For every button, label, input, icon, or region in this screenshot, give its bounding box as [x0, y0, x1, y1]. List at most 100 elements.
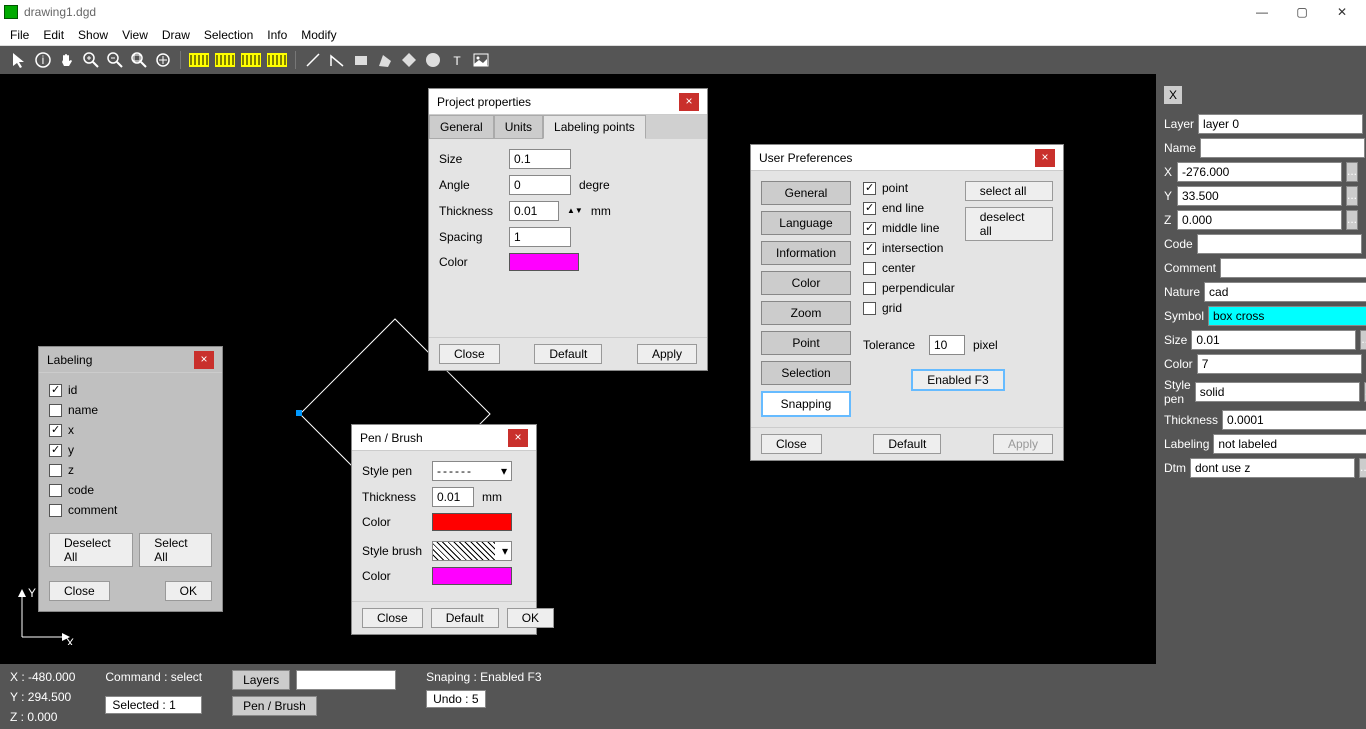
thickness-input[interactable] [432, 487, 474, 507]
deselect-all-button[interactable]: Deselect All [49, 533, 133, 567]
image-icon[interactable] [472, 51, 490, 69]
menu-info[interactable]: Info [267, 28, 287, 42]
snapping-enabled-button[interactable]: Enabled F3 [911, 369, 1004, 391]
brush-color-swatch[interactable] [432, 567, 512, 585]
cursor-icon[interactable] [10, 51, 28, 69]
checkbox-x[interactable] [49, 424, 62, 437]
zoom-fit-icon[interactable] [130, 51, 148, 69]
pen-brush-title[interactable]: Pen / Brush × [352, 425, 536, 451]
style-brush-select[interactable]: ▾ [432, 541, 512, 561]
checkbox-point[interactable] [863, 182, 876, 195]
tab-general[interactable]: General [429, 115, 494, 139]
close-icon[interactable]: × [1035, 149, 1055, 167]
drawing-canvas[interactable]: Y X Labeling × idnamexyzcodecomment Dese… [0, 74, 1156, 664]
zoom-out-icon[interactable] [106, 51, 124, 69]
checkbox-id[interactable] [49, 384, 62, 397]
default-button[interactable]: Default [873, 434, 941, 454]
circle-icon[interactable] [424, 51, 442, 69]
style-pen-select[interactable]: ------▾ [432, 461, 512, 481]
menu-edit[interactable]: Edit [43, 28, 64, 42]
prop-z-input[interactable] [1177, 210, 1342, 230]
checkbox-y[interactable] [49, 444, 62, 457]
close-icon[interactable]: × [194, 351, 214, 369]
project-properties-title[interactable]: Project properties × [429, 89, 707, 115]
rect-icon[interactable] [352, 51, 370, 69]
pref-tab-color[interactable]: Color [761, 271, 851, 295]
ok-button[interactable]: OK [165, 581, 212, 601]
pref-tab-zoom[interactable]: Zoom [761, 301, 851, 325]
menu-draw[interactable]: Draw [162, 28, 190, 42]
thickness-input[interactable] [509, 201, 559, 221]
labeling-dialog-title[interactable]: Labeling × [39, 347, 222, 373]
prop-nature-input[interactable] [1204, 282, 1366, 302]
more-button[interactable]: ... [1359, 458, 1366, 478]
hl1-icon[interactable] [189, 53, 209, 67]
pref-tab-language[interactable]: Language [761, 211, 851, 235]
close-button[interactable]: Close [49, 581, 110, 601]
label-color-swatch[interactable] [509, 253, 579, 271]
pref-tab-point[interactable]: Point [761, 331, 851, 355]
minimize-button[interactable]: — [1242, 0, 1282, 24]
close-button[interactable]: Close [362, 608, 423, 628]
checkbox-center[interactable] [863, 262, 876, 275]
angle-input[interactable] [509, 175, 571, 195]
more-button[interactable]: ... [1346, 162, 1358, 182]
layers-button[interactable]: Layers [232, 670, 290, 690]
close-window-button[interactable]: ✕ [1322, 0, 1362, 24]
tolerance-input[interactable] [929, 335, 965, 355]
poly-icon[interactable] [376, 51, 394, 69]
pen-color-swatch[interactable] [432, 513, 512, 531]
prop-y-input[interactable] [1177, 186, 1342, 206]
ok-button[interactable]: OK [507, 608, 554, 628]
default-button[interactable]: Default [534, 344, 602, 364]
hl3-icon[interactable] [241, 53, 261, 67]
prop-color-input[interactable] [1197, 354, 1362, 374]
spacing-input[interactable] [509, 227, 571, 247]
pref-tab-snapping[interactable]: Snapping [761, 391, 851, 417]
pref-tab-general[interactable]: General [761, 181, 851, 205]
select-all-button[interactable]: select all [965, 181, 1053, 201]
prop-symbol-input[interactable] [1208, 306, 1366, 326]
deselect-all-button[interactable]: deselect all [965, 207, 1053, 241]
zoom-extent-icon[interactable] [154, 51, 172, 69]
checkbox-middle-line[interactable] [863, 222, 876, 235]
line-icon[interactable] [304, 51, 322, 69]
panel-close-button[interactable]: X [1164, 86, 1182, 104]
prop-name-input[interactable] [1200, 138, 1365, 158]
close-icon[interactable]: × [679, 93, 699, 111]
prop-style-pen-input[interactable] [1195, 382, 1360, 402]
prop-layer-input[interactable] [1198, 114, 1363, 134]
prop-comment-input[interactable] [1220, 258, 1366, 278]
hl4-icon[interactable] [267, 53, 287, 67]
more-button[interactable]: ... [1346, 210, 1358, 230]
menu-selection[interactable]: Selection [204, 28, 253, 42]
prop-labeling-input[interactable] [1213, 434, 1366, 454]
menu-show[interactable]: Show [78, 28, 108, 42]
checkbox-end-line[interactable] [863, 202, 876, 215]
prop-thickness-input[interactable] [1222, 410, 1366, 430]
pen-brush-button[interactable]: Pen / Brush [232, 696, 317, 716]
close-button[interactable]: Close [761, 434, 822, 454]
text-icon[interactable]: T [448, 51, 466, 69]
layers-select[interactable]: layer 0▾ [296, 670, 396, 690]
apply-button[interactable]: Apply [637, 344, 697, 364]
size-input[interactable] [509, 149, 571, 169]
more-button[interactable]: ... [1360, 330, 1366, 350]
prop-size-input[interactable] [1191, 330, 1356, 350]
checkbox-z[interactable] [49, 464, 62, 477]
prop-x-input[interactable] [1177, 162, 1342, 182]
diamond-icon[interactable] [400, 51, 418, 69]
close-button[interactable]: Close [439, 344, 500, 364]
default-button[interactable]: Default [431, 608, 499, 628]
menu-file[interactable]: File [10, 28, 29, 42]
checkbox-intersection[interactable] [863, 242, 876, 255]
tab-labeling-points[interactable]: Labeling points [543, 115, 646, 139]
more-button[interactable]: ... [1346, 186, 1358, 206]
tab-units[interactable]: Units [494, 115, 543, 139]
checkbox-code[interactable] [49, 484, 62, 497]
zoom-in-icon[interactable] [82, 51, 100, 69]
pref-tab-information[interactable]: Information [761, 241, 851, 265]
menu-view[interactable]: View [122, 28, 148, 42]
select-all-button[interactable]: Select All [139, 533, 212, 567]
checkbox-comment[interactable] [49, 504, 62, 517]
